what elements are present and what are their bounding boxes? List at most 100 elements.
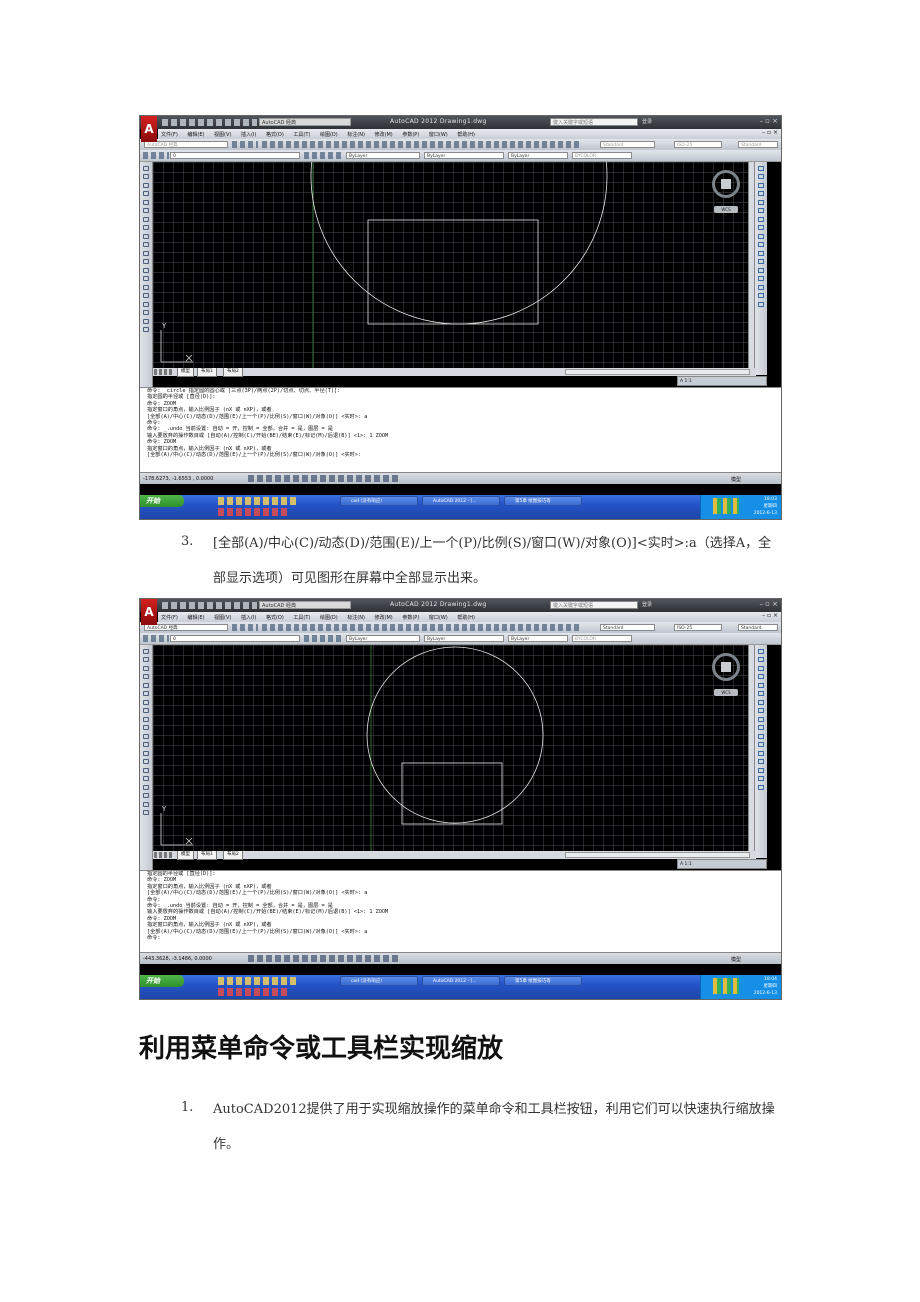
linetype-dropdown[interactable]: ByLayer	[424, 635, 504, 642]
copy-icon[interactable]	[758, 657, 764, 662]
menu-draw[interactable]: 绘图(D)	[320, 131, 338, 138]
model-space-button[interactable]: 模型	[731, 476, 741, 483]
make-block-icon[interactable]	[143, 267, 149, 273]
drafting-toggles[interactable]	[248, 475, 398, 482]
dim-style-dropdown[interactable]: ISO-25	[674, 141, 722, 148]
doc-window-controls[interactable]: – ▫ ×	[762, 612, 778, 619]
arc-icon[interactable]	[143, 208, 149, 213]
blend-icon[interactable]	[758, 776, 764, 781]
color-dropdown[interactable]: ByLayer	[346, 635, 420, 642]
spline-icon[interactable]	[143, 716, 149, 722]
menu-edit[interactable]: 编辑(E)	[187, 614, 204, 621]
tab-layout2[interactable]: 布局2	[223, 368, 243, 377]
mirror-icon[interactable]	[758, 665, 764, 671]
xline-icon[interactable]	[143, 174, 149, 179]
menu-parametric[interactable]: 参数(P)	[402, 131, 419, 138]
mtext-icon[interactable]	[143, 318, 149, 324]
menu-view[interactable]: 视图(V)	[214, 614, 231, 621]
drawing-canvas[interactable]	[153, 645, 756, 851]
ellipse-arc-icon[interactable]	[143, 733, 149, 739]
stretch-icon[interactable]	[758, 233, 764, 239]
region-icon[interactable]	[143, 784, 149, 790]
wcs-button[interactable]: WCS	[714, 206, 738, 213]
autocad-logo[interactable]: A	[141, 599, 157, 625]
color-dropdown[interactable]: ByLayer	[346, 152, 420, 159]
region-icon[interactable]	[143, 301, 149, 307]
array-icon[interactable]	[758, 682, 764, 688]
layer-tool-icons[interactable]	[304, 152, 342, 159]
fillet-icon[interactable]	[758, 767, 764, 773]
tab-model[interactable]: 模型	[177, 851, 194, 860]
erase-icon[interactable]	[758, 648, 764, 654]
chamfer-icon[interactable]	[758, 759, 764, 764]
add-selected-icon[interactable]	[143, 810, 149, 815]
make-block-icon[interactable]	[143, 750, 149, 756]
layer-dropdown[interactable]: 0	[170, 635, 300, 642]
tab-model[interactable]: 模型	[177, 368, 194, 377]
layer-state-icons[interactable]	[143, 635, 169, 642]
rectangle-icon[interactable]	[143, 682, 149, 688]
text-style-dropdown[interactable]: Standard	[600, 624, 655, 631]
menu-file[interactable]: 文件(F)	[161, 614, 178, 621]
ellipse-arc-icon[interactable]	[143, 250, 149, 256]
ellipse-icon[interactable]	[143, 242, 149, 247]
model-space-button[interactable]: 模型	[731, 956, 741, 963]
spline-icon[interactable]	[143, 233, 149, 239]
menu-dimension[interactable]: 标注(N)	[347, 131, 365, 138]
scale-icon[interactable]	[758, 225, 764, 230]
layer-state-icons[interactable]	[143, 152, 169, 159]
search-input[interactable]: 键入关键字或短语	[550, 601, 638, 609]
menu-dimension[interactable]: 标注(N)	[347, 614, 365, 621]
rotate-icon[interactable]	[758, 699, 764, 705]
move-icon[interactable]	[758, 691, 764, 696]
menu-help[interactable]: 帮助(H)	[457, 614, 475, 621]
start-button[interactable]: 开始	[140, 975, 184, 987]
ellipse-icon[interactable]	[143, 725, 149, 730]
explode-icon[interactable]	[758, 784, 764, 790]
workspace-select[interactable]: AutoCAD 经典	[259, 601, 351, 609]
menu-help[interactable]: 帮助(H)	[457, 131, 475, 138]
rotate-icon[interactable]	[758, 216, 764, 222]
taskbar-item-autocad[interactable]: AutoCAD 2012 - [...	[422, 496, 500, 506]
polyline-icon[interactable]	[143, 665, 149, 671]
plotstyle-dropdown[interactable]: BYCOLOR	[572, 152, 632, 159]
offset-icon[interactable]	[758, 191, 764, 196]
menu-tools[interactable]: 工具(T)	[293, 614, 310, 621]
start-button[interactable]: 开始	[140, 495, 184, 507]
tab-scroll-arrows[interactable]	[154, 852, 174, 858]
tab-layout1[interactable]: 布局1	[197, 368, 217, 377]
taskbar-item-cad[interactable]: cad (没有响应)	[340, 496, 418, 506]
layer-dropdown[interactable]: 0	[170, 152, 300, 159]
quick-launch-icons[interactable]	[218, 497, 298, 505]
viewcube-icon[interactable]	[712, 653, 740, 681]
window-controls[interactable]: – ▫ ×	[759, 117, 778, 125]
menu-tools[interactable]: 工具(T)	[293, 131, 310, 138]
window-controls[interactable]: – ▫ ×	[759, 600, 778, 608]
taskbar-item-cad[interactable]: cad (没有响应)	[340, 976, 418, 986]
polygon-icon[interactable]	[143, 191, 149, 196]
menu-file[interactable]: 文件(F)	[161, 131, 178, 138]
menu-view[interactable]: 视图(V)	[214, 131, 231, 138]
move-icon[interactable]	[758, 208, 764, 213]
add-selected-icon[interactable]	[143, 327, 149, 332]
copy-icon[interactable]	[758, 174, 764, 179]
lineweight-dropdown[interactable]: ByLayer	[508, 152, 568, 159]
menu-draw[interactable]: 绘图(D)	[320, 614, 338, 621]
point-icon[interactable]	[143, 276, 149, 281]
plotstyle-dropdown[interactable]: BYCOLOR	[572, 635, 632, 642]
trim-icon[interactable]	[758, 725, 764, 730]
drawing-area[interactable]: Y WCS	[153, 162, 756, 368]
insert-block-icon[interactable]	[143, 742, 149, 747]
workspace-dropdown[interactable]: AutoCAD 经典	[144, 624, 228, 631]
table-style-dropdown[interactable]: Standard	[738, 141, 778, 148]
menu-insert[interactable]: 插入(I)	[241, 131, 256, 138]
taskbar-item-doc[interactable]: 第5章 绘图技巧等	[504, 976, 582, 986]
revcloud-icon[interactable]	[143, 225, 149, 230]
blend-icon[interactable]	[758, 293, 764, 298]
menu-format[interactable]: 格式(O)	[266, 131, 284, 138]
layer-tool-icons[interactable]	[304, 635, 342, 642]
workspace-icons[interactable]	[232, 624, 258, 631]
line-icon[interactable]	[143, 648, 149, 654]
standard-toolbar-icons[interactable]	[262, 624, 582, 631]
linetype-dropdown[interactable]: ByLayer	[424, 152, 504, 159]
